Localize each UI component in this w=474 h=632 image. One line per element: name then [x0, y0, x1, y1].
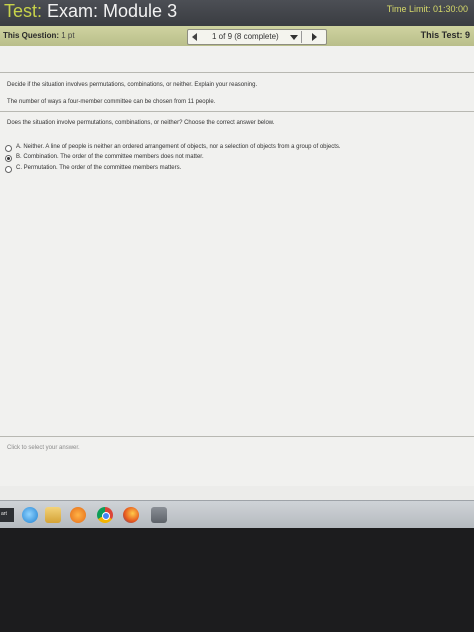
this-question-text: This Question: — [3, 31, 59, 40]
question-bar: This Question: 1 pt 1 of 9 (8 complete) … — [0, 26, 474, 47]
question-instruction: Decide if the situation involves permuta… — [7, 82, 258, 88]
question-navigator[interactable]: 1 of 9 (8 complete) — [187, 29, 327, 45]
question-situation: The number of ways a four-member committ… — [7, 99, 216, 105]
radio-button-c[interactable] — [5, 166, 12, 173]
start-button[interactable]: art — [0, 508, 14, 522]
divider — [0, 111, 474, 112]
answer-option-a-label: A. Neither. A line of people is neither … — [16, 144, 341, 150]
windows-taskbar: art — [0, 500, 474, 528]
time-limit: Time Limit: 01:30:00 — [386, 4, 468, 14]
previous-question-icon[interactable] — [192, 33, 197, 41]
question-progress-label: 1 of 9 (8 complete) — [212, 32, 279, 41]
test-title: Test: Exam: Module 3 — [4, 1, 177, 22]
firefox-icon[interactable] — [123, 507, 139, 523]
test-title-prefix: Test: — [4, 1, 43, 21]
radio-button-b[interactable] — [5, 155, 12, 162]
radio-button-a[interactable] — [5, 145, 12, 152]
test-title-bar: Test: Exam: Module 3 Time Limit: 01:30:0… — [0, 0, 474, 26]
answer-option-c-label: C. Permutation. The order of the committ… — [16, 165, 182, 171]
status-text: Click to select your answer. — [7, 445, 80, 451]
answer-option-b-label: B. Combination. The order of the committ… — [16, 154, 204, 160]
chrome-icon[interactable] — [97, 507, 113, 523]
question-prompt: Does the situation involve permutations,… — [7, 120, 275, 126]
question-content: Decide if the situation involves permuta… — [0, 46, 474, 486]
divider — [0, 436, 474, 437]
media-player-icon[interactable] — [70, 507, 86, 523]
start-label: art — [1, 511, 7, 517]
divider — [0, 72, 474, 73]
app-icon[interactable] — [151, 507, 167, 523]
chevron-down-icon[interactable] — [290, 35, 298, 40]
this-question-label: This Question: 1 pt — [3, 31, 75, 40]
question-points: 1 pt — [59, 31, 75, 40]
navigator-divider — [301, 31, 302, 43]
folder-icon[interactable] — [45, 507, 61, 523]
internet-explorer-icon[interactable] — [22, 507, 38, 523]
this-test-label: This Test: 9 — [420, 30, 470, 40]
test-title-name: Exam: Module 3 — [42, 1, 178, 21]
monitor-screen: Test: Exam: Module 3 Time Limit: 01:30:0… — [0, 0, 474, 528]
next-question-icon[interactable] — [312, 33, 317, 41]
